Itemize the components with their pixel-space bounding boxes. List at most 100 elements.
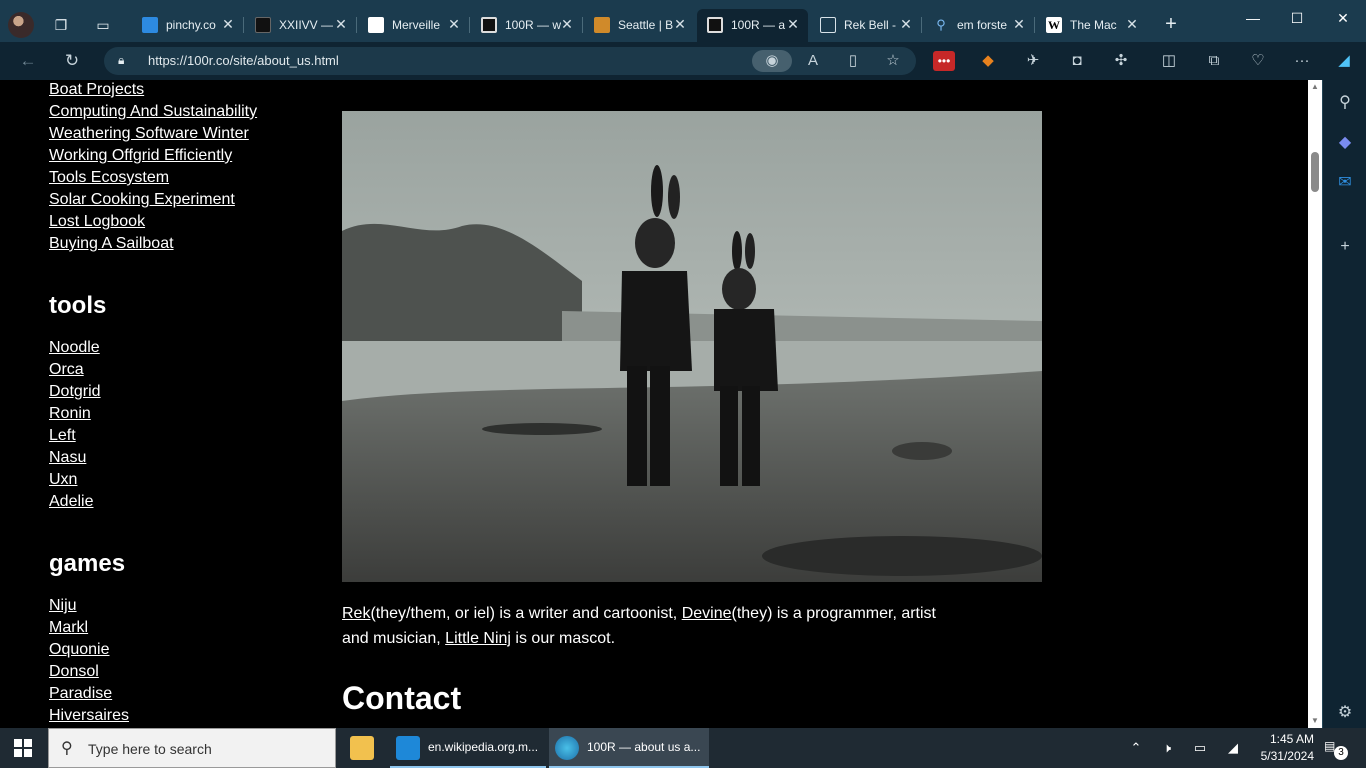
link-donsol[interactable]: Donsol [49, 663, 99, 681]
link-oquonie[interactable]: Oquonie [49, 641, 110, 659]
link-computing-sustainability[interactable]: Computing And Sustainability [49, 103, 257, 121]
tracking-prevention-icon[interactable]: ◉ [752, 50, 792, 72]
para-text-3: is our mascot. [510, 630, 616, 647]
link-buying-sailboat[interactable]: Buying A Sailboat [49, 235, 174, 253]
refresh-icon[interactable]: ↻ [60, 50, 84, 72]
camera-icon[interactable]: ◘ [1066, 51, 1088, 71]
page-scrollbar[interactable]: ▲ ▼ [1308, 80, 1322, 728]
link-ronin[interactable]: Ronin [49, 405, 91, 423]
maximize-button[interactable]: ☐ [1274, 6, 1320, 30]
tab-0[interactable]: pinchy.co ✕ [132, 9, 244, 42]
volume-muted-icon[interactable]: 🕨︎ [1157, 740, 1177, 756]
copilot-icon[interactable]: ◢ [1333, 51, 1355, 71]
close-icon[interactable]: ✕ [332, 15, 350, 33]
scrollbar-thumb[interactable] [1311, 152, 1319, 192]
edge-sidebar: ⚲ ◆ ✉ + ⚙ [1322, 80, 1366, 728]
outlook-icon[interactable]: ✉ [1334, 172, 1356, 194]
link-noodle[interactable]: Noodle [49, 339, 100, 357]
extension-bird-icon[interactable]: ✈ [1022, 51, 1044, 71]
extensions-puzzle-icon[interactable]: ✣ [1110, 51, 1132, 71]
taskbar-app-vscode[interactable]: en.wikipedia.org.m... [390, 728, 546, 768]
link-devine[interactable]: Devine [682, 605, 732, 622]
more-menu-icon[interactable]: ··· [1291, 51, 1313, 71]
address-bar[interactable]: 🔒︎ https://100r.co/site/about_us.html ◉ … [104, 47, 916, 75]
profile-avatar[interactable] [8, 12, 34, 38]
link-paradise[interactable]: Paradise [49, 685, 112, 703]
tab-actions-icon[interactable]: ▭ [92, 14, 114, 36]
close-icon[interactable]: ✕ [897, 15, 915, 33]
link-markl[interactable]: Markl [49, 619, 88, 637]
scroll-up-icon[interactable]: ▲ [1310, 82, 1320, 92]
read-aloud-icon[interactable]: A [800, 50, 826, 72]
link-adelie[interactable]: Adelie [49, 493, 93, 511]
clock[interactable]: 1:45 AM 5/31/2024 [1244, 731, 1314, 765]
new-tab-button[interactable]: + [1160, 14, 1182, 36]
link-tools-ecosystem[interactable]: Tools Ecosystem [49, 169, 169, 187]
tab-4[interactable]: Seattle | B ✕ [584, 9, 695, 42]
link-uxn[interactable]: Uxn [49, 471, 77, 489]
tab-title: Seattle | B [618, 18, 674, 32]
url-text[interactable]: https://100r.co/site/about_us.html [148, 53, 339, 68]
file-explorer-button[interactable] [344, 728, 382, 768]
link-left[interactable]: Left [49, 427, 76, 445]
scroll-down-icon[interactable]: ▼ [1310, 716, 1320, 726]
link-working-offgrid[interactable]: Working Offgrid Efficiently [49, 147, 232, 165]
tab-6[interactable]: Rek Bell - ✕ [810, 9, 922, 42]
copilot-sidebar-icon[interactable]: ◆ [1334, 132, 1356, 154]
divider [469, 17, 470, 33]
link-orca[interactable]: Orca [49, 361, 84, 379]
browser-essentials-icon[interactable]: ♡ [1247, 51, 1269, 71]
link-niju[interactable]: Niju [49, 597, 77, 615]
tab-2[interactable]: Merveille ✕ [358, 9, 470, 42]
workspaces-icon[interactable]: ❐ [50, 14, 72, 36]
split-screen-icon[interactable]: ◫ [1158, 51, 1180, 71]
close-icon[interactable]: ✕ [1010, 15, 1028, 33]
link-hiversaires[interactable]: Hiversaires [49, 707, 129, 725]
chevron-up-icon[interactable]: ⌃ [1126, 740, 1146, 756]
tab-8[interactable]: W The Mac ✕ [1036, 9, 1147, 42]
taskbar-app-edge[interactable]: 100R — about us a... [549, 728, 709, 768]
close-icon[interactable]: ✕ [784, 15, 802, 33]
minimize-button[interactable]: — [1230, 6, 1276, 30]
navigation-bar: ← ↻ 🔒︎ https://100r.co/site/about_us.htm… [0, 42, 1366, 80]
search-icon[interactable]: ⚲ [1334, 92, 1356, 114]
collections-icon[interactable]: ⧉ [1203, 51, 1225, 71]
notifications-icon[interactable]: ▤ 3 [1324, 739, 1348, 760]
divider [356, 17, 357, 33]
tab-3[interactable]: 100R — w ✕ [471, 9, 583, 42]
windows-start-icon[interactable] [14, 739, 32, 757]
tab-1[interactable]: XXIIVV — ✕ [245, 9, 357, 42]
tab-5-active[interactable]: 100R — a ✕ [697, 9, 808, 42]
close-window-button[interactable]: ✕ [1320, 6, 1366, 30]
tab-7[interactable]: ⚲ em forste ✕ [923, 9, 1035, 42]
back-icon[interactable]: ← [16, 50, 40, 72]
link-solar-cooking[interactable]: Solar Cooking Experiment [49, 191, 235, 209]
tab-title: Rek Bell - [844, 18, 897, 32]
link-dotgrid[interactable]: Dotgrid [49, 383, 101, 401]
favorite-star-icon[interactable]: ☆ [880, 50, 906, 72]
search-icon: ⚲ [61, 740, 73, 757]
metamask-icon[interactable]: ◆ [977, 51, 999, 71]
wifi-icon[interactable]: ◢ [1223, 740, 1243, 756]
close-icon[interactable]: ✕ [445, 15, 463, 33]
extension-icon[interactable]: ••• [933, 51, 955, 71]
sidebar-settings-icon[interactable]: ⚙ [1334, 702, 1356, 724]
link-weathering-software-winter[interactable]: Weathering Software Winter [49, 125, 249, 143]
link-rek[interactable]: Rek [342, 605, 370, 622]
link-little-ninj[interactable]: Little Ninj [445, 630, 511, 647]
document-icon [820, 17, 836, 33]
add-sidebar-app-icon[interactable]: + [1334, 236, 1356, 258]
taskbar-search-box[interactable]: ⚲ Type here to search [48, 728, 336, 768]
link-boat-projects[interactable]: Boat Projects [49, 81, 144, 99]
close-icon[interactable]: ✕ [671, 15, 689, 33]
close-icon[interactable]: ✕ [558, 15, 576, 33]
tab-title: 100R — a [731, 18, 786, 32]
immersive-reader-icon[interactable]: ▯ [840, 50, 866, 72]
link-lost-logbook[interactable]: Lost Logbook [49, 213, 145, 231]
tab-title: XXIIVV — [279, 18, 334, 32]
battery-icon[interactable]: ▭ [1190, 740, 1210, 756]
close-icon[interactable]: ✕ [1123, 15, 1141, 33]
taskbar: ⚲ Type here to search en.wikipedia.org.m… [0, 728, 1366, 768]
link-nasu[interactable]: Nasu [49, 449, 86, 467]
close-icon[interactable]: ✕ [219, 15, 237, 33]
